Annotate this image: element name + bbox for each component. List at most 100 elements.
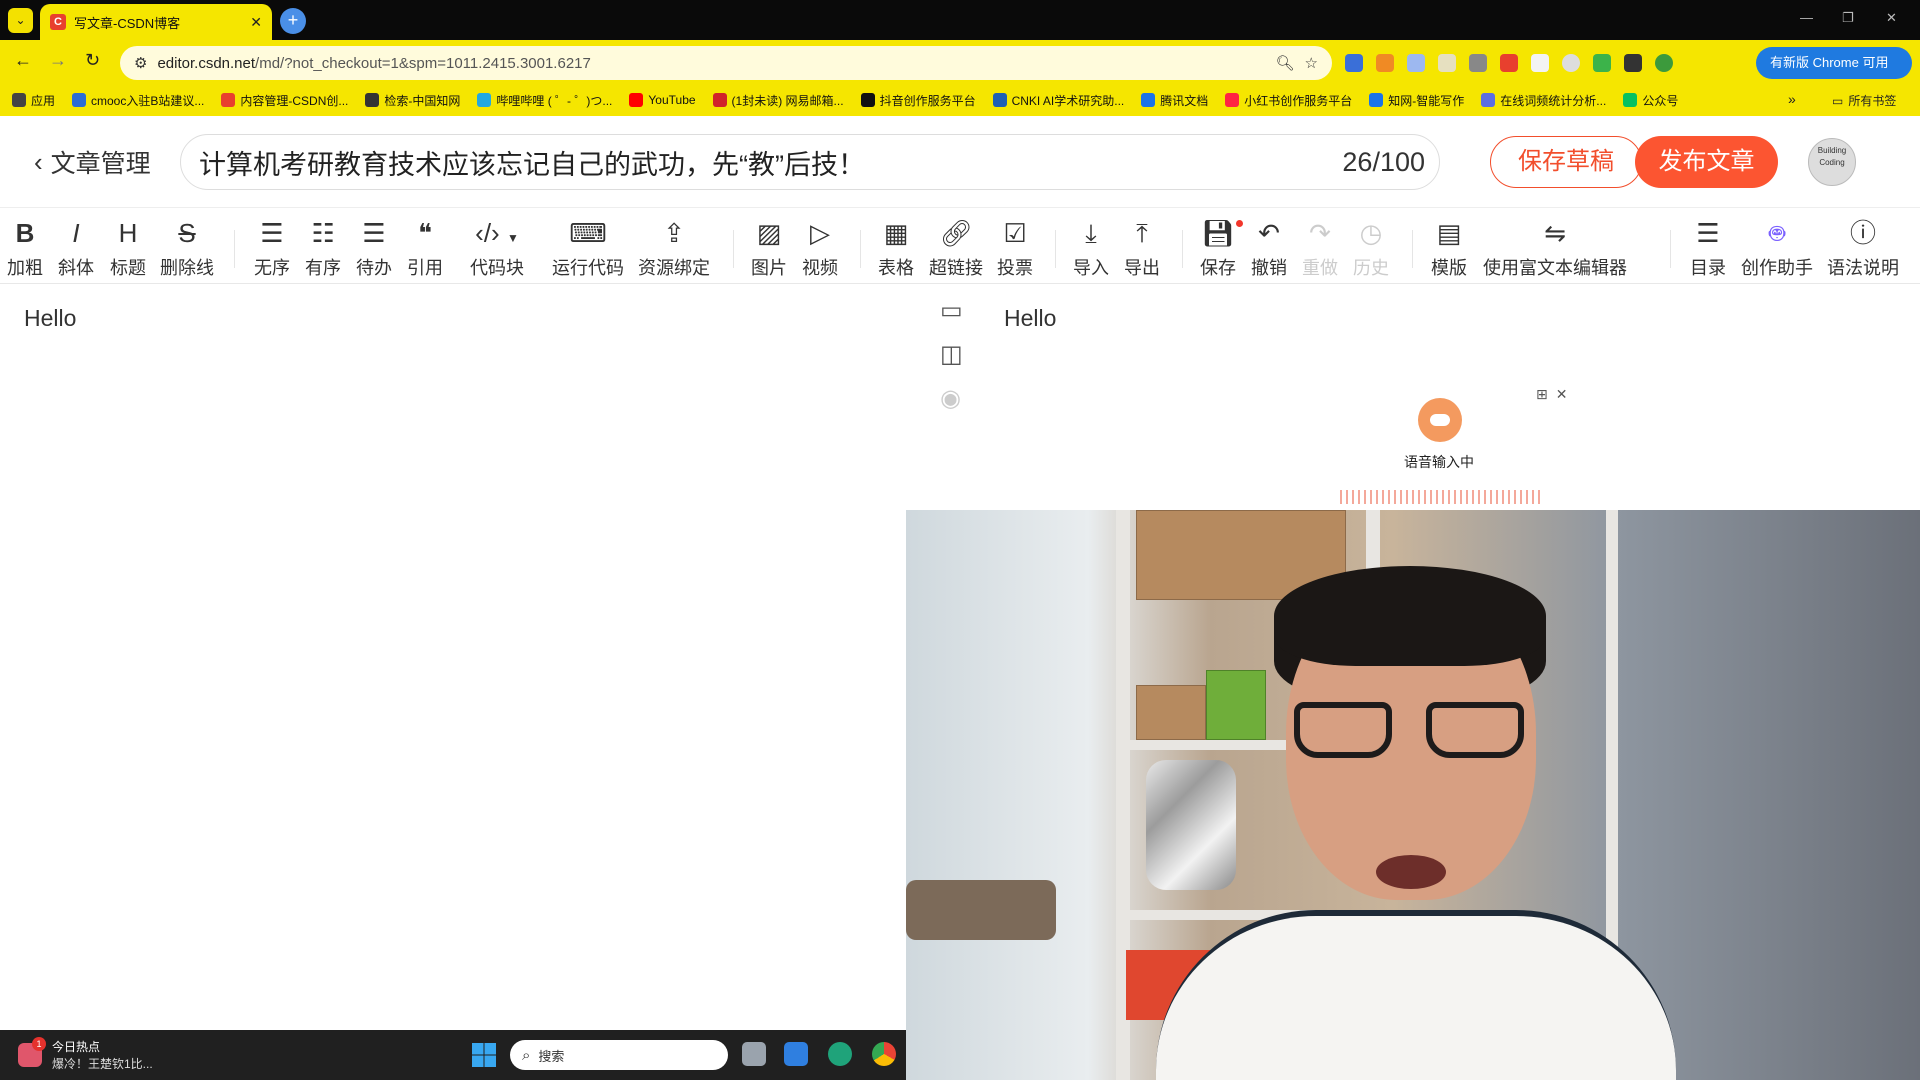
bookmark-item[interactable]: 小红书创作服务平台 <box>1225 92 1352 109</box>
edge-browser-icon[interactable] <box>784 1042 808 1066</box>
bookmark-item[interactable]: CNKI AI学术研究助... <box>992 92 1124 109</box>
split-view-icon[interactable]: ◫ <box>940 340 963 368</box>
bookmark-item[interactable]: 知网-智能写作 <box>1369 92 1464 109</box>
undo-button[interactable]: ↶ 撤销 <box>1251 218 1287 280</box>
image-button[interactable]: ▨ 图片 <box>751 218 787 280</box>
italic-icon: I <box>72 218 80 248</box>
article-title-text[interactable]: 计算机考研教育技术应该忘记自己的武功，先“教”后技！ <box>199 143 1342 182</box>
save-button[interactable]: 💾︎ 保存 <box>1200 218 1236 280</box>
browser-tab-active[interactable]: C 写文章-CSDN博客 ✕ <box>40 4 272 40</box>
publish-article-button[interactable]: 发布文章 <box>1635 136 1778 188</box>
zoom-icon[interactable]: 🔍︎ <box>1276 54 1295 72</box>
redo-button[interactable]: ↷ 重做 <box>1302 218 1338 280</box>
profile-icon[interactable] <box>1655 54 1673 72</box>
folder-icon: ▭ <box>1832 93 1844 108</box>
extension-icon[interactable] <box>1345 54 1363 72</box>
run-code-button[interactable]: ⌨ 运行代码 <box>552 218 624 280</box>
bookmarks-overflow-icon[interactable]: » <box>1788 91 1796 107</box>
minimize-icon[interactable]: — <box>1800 10 1813 25</box>
chrome-icon[interactable] <box>872 1042 896 1066</box>
hyperlink-button[interactable]: 🔗︎ 超链接 <box>929 218 983 280</box>
site-info-icon[interactable]: ⚙ <box>134 54 147 72</box>
article-manage-back-button[interactable]: ‹ 文章管理 <box>34 144 151 180</box>
extension-icon[interactable] <box>1562 54 1580 72</box>
history-button[interactable]: ◷ 历史 <box>1353 218 1389 280</box>
task-view-icon[interactable] <box>742 1042 766 1066</box>
address-bar[interactable]: ⚙ editor.csdn.net/md/?not_checkout=1&spm… <box>120 46 1332 80</box>
extensions-puzzle-icon[interactable] <box>1624 54 1642 72</box>
bookmark-item[interactable]: 在线词频统计分析... <box>1481 92 1606 109</box>
quote-icon: ❝ <box>418 218 432 248</box>
restore-icon[interactable]: ❐ <box>1842 10 1854 26</box>
bookmark-item[interactable]: 公众号 <box>1623 92 1678 109</box>
app-icon[interactable] <box>828 1042 852 1066</box>
reload-icon[interactable]: ↻ <box>85 50 100 71</box>
toc-button[interactable]: ☰ 目录 <box>1690 218 1726 280</box>
vote-button[interactable]: ☑ 投票 <box>997 218 1033 280</box>
bookmark-item[interactable]: 抖音创作服务平台 <box>860 92 976 109</box>
markdown-editor[interactable]: Hello <box>0 285 906 1030</box>
search-icon: ⌕ <box>522 1046 531 1064</box>
extension-icon[interactable] <box>1407 54 1425 72</box>
news-widget[interactable]: 1 今日热点 爆冷！王楚钦1比... <box>18 1037 153 1072</box>
syntax-help-button[interactable]: ⓘ 语法说明 <box>1827 218 1899 280</box>
chrome-update-button[interactable]: 有新版 Chrome 可用 <box>1756 47 1912 79</box>
bookmark-item[interactable]: 腾讯文档 <box>1141 92 1208 109</box>
bookmark-item[interactable]: 内容管理-CSDN创... <box>221 92 348 109</box>
extension-icon[interactable] <box>1376 54 1394 72</box>
window-close-icon[interactable]: ✕ <box>1886 10 1897 26</box>
rich-text-editor-button[interactable]: ⇋ 使用富文本编辑器 <box>1483 218 1627 280</box>
back-arrow-icon[interactable]: ← <box>14 50 32 71</box>
creation-assistant-button[interactable]: 🤖︎ 创作助手 <box>1741 218 1813 280</box>
save-draft-button[interactable]: 保存草稿 <box>1490 136 1642 188</box>
taskbar-search-box[interactable]: ⌕ 搜索 <box>510 1040 728 1070</box>
bookmark-apps[interactable]: 应用 <box>12 92 55 109</box>
tab-search-chevron-icon[interactable]: ⌄ <box>8 8 33 33</box>
forward-arrow-icon[interactable]: → <box>49 50 67 71</box>
extension-icon[interactable] <box>1593 54 1611 72</box>
heading-button[interactable]: H 标题 <box>110 218 146 280</box>
person-shirt <box>1156 910 1676 1080</box>
image-icon: ▨ <box>756 218 782 248</box>
bookmark-star-icon[interactable]: ☆ <box>1305 54 1318 72</box>
import-button[interactable]: ⤓ 导入 <box>1073 218 1109 280</box>
extension-icon[interactable] <box>1531 54 1549 72</box>
caret-down-icon[interactable]: ▼ <box>507 231 519 245</box>
single-column-icon[interactable]: ▭ <box>940 296 963 324</box>
unordered-list-button[interactable]: ☰ 无序 <box>254 218 290 280</box>
todo-list-button[interactable]: ☰ 待办 <box>356 218 392 280</box>
new-tab-button[interactable]: + <box>280 8 306 34</box>
article-title-input[interactable]: 计算机考研教育技术应该忘记自己的武功，先“教”后技！ 26/100 <box>180 134 1440 190</box>
export-button[interactable]: ⤒ 导出 <box>1124 218 1160 280</box>
user-avatar[interactable]: Building Coding <box>1808 138 1856 186</box>
editor-content[interactable]: Hello <box>24 305 76 332</box>
bookmark-item[interactable]: cmooc入驻B站建议... <box>72 92 204 109</box>
url-text[interactable]: editor.csdn.net/md/?not_checkout=1&spm=1… <box>157 55 1265 72</box>
bookmark-item[interactable]: (1封未读) 网易邮箱... <box>712 92 844 109</box>
italic-button[interactable]: I 斜体 <box>58 218 94 280</box>
voice-close-icon[interactable]: ✕ <box>1556 386 1576 402</box>
all-bookmarks-folder[interactable]: ▭ 所有书签 <box>1832 92 1896 109</box>
qr-icon[interactable]: ⊞ <box>1536 386 1556 402</box>
bookmark-item[interactable]: YouTube <box>629 93 696 107</box>
strikethrough-button[interactable]: S 删除线 <box>160 218 214 280</box>
video-button[interactable]: ▷ 视频 <box>802 218 838 280</box>
quote-button[interactable]: ❝ 引用 <box>407 218 443 280</box>
windows-start-icon[interactable] <box>472 1043 496 1067</box>
bookmark-item[interactable]: 检索-中国知网 <box>365 92 460 109</box>
bold-button[interactable]: B 加粗 <box>7 218 43 280</box>
extension-icon[interactable] <box>1500 54 1518 72</box>
extension-icon[interactable] <box>1438 54 1456 72</box>
code-block-button[interactable]: ‹/› ▼ 代码块 <box>470 218 524 280</box>
bookmark-item[interactable]: 哔哩哔哩 ( ゜- ゜)つ... <box>477 92 612 109</box>
upload-icon: ⤒ <box>1136 218 1148 248</box>
preview-eye-icon[interactable]: ◉ <box>940 384 963 412</box>
tab-close-icon[interactable]: ✕ <box>250 14 262 31</box>
resource-bind-button[interactable]: ⇪ 资源绑定 <box>638 218 710 280</box>
voice-assistant-avatar-icon <box>1418 398 1462 442</box>
ordered-list-button[interactable]: ☷ 有序 <box>305 218 341 280</box>
extension-icon[interactable] <box>1469 54 1487 72</box>
tool-label: 模版 <box>1431 258 1467 278</box>
template-button[interactable]: ▤ 模版 <box>1431 218 1467 280</box>
table-button[interactable]: ▦ 表格 <box>878 218 914 280</box>
